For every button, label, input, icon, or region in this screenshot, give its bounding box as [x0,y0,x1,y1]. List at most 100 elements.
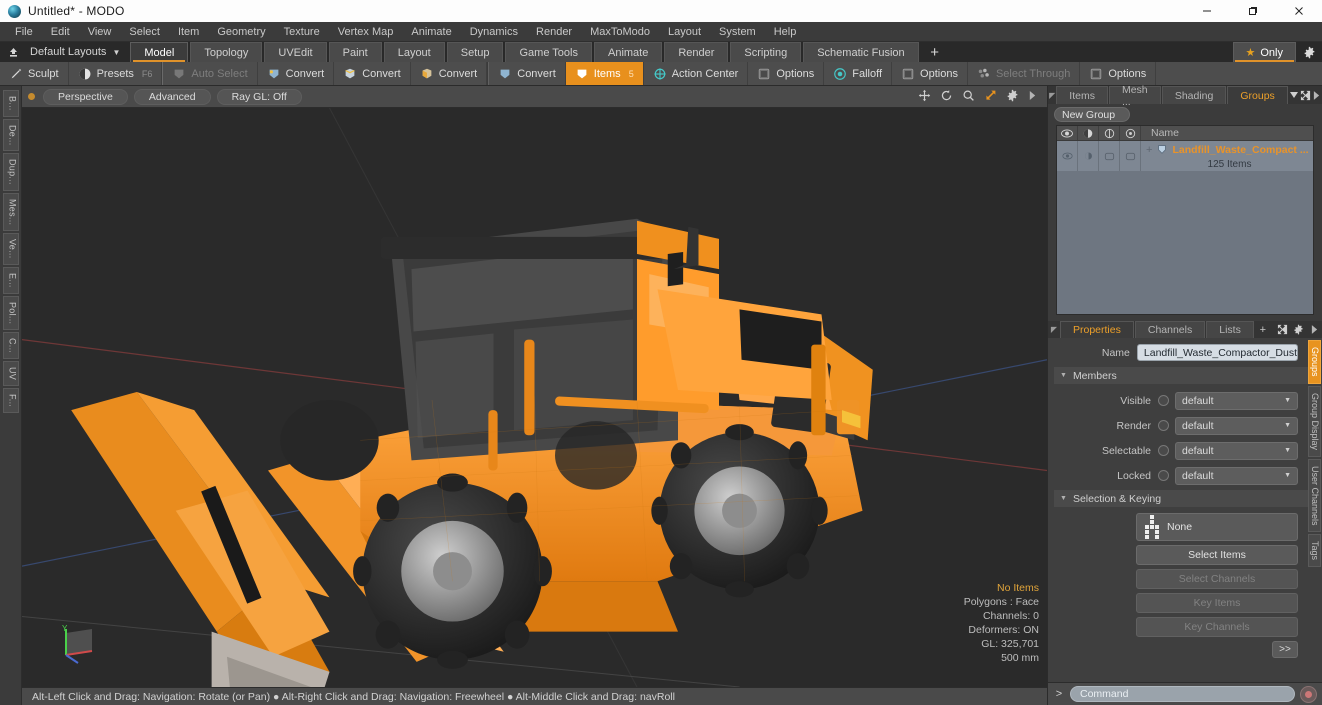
row-eye-toggle[interactable] [1057,141,1078,171]
side-tab-group-display[interactable]: Group Display [1308,385,1321,457]
properties-expand-icon[interactable] [1274,321,1290,338]
move-icon[interactable] [918,89,931,105]
falloff-button[interactable]: Falloff [824,62,893,85]
menu-file[interactable]: File [6,22,42,42]
properties-menu-arrow-icon[interactable]: ◤ [1048,321,1060,338]
menu-item[interactable]: Item [169,22,208,42]
left-tab-edge[interactable]: E... [2,266,19,294]
tab-scripting[interactable]: Scripting [730,42,802,62]
menu-render[interactable]: Render [527,22,581,42]
minimize-button[interactable] [1184,0,1230,22]
row-lock-toggle[interactable] [1120,141,1141,171]
table-row[interactable]: + Landfill_Waste_Compact ... 125 Items [1057,141,1313,171]
menu-geometry[interactable]: Geometry [208,22,274,42]
render-icon[interactable] [1078,126,1099,140]
falloff-options-button[interactable]: Options [892,62,968,85]
tab-setup[interactable]: Setup [446,42,504,62]
select-channels-button[interactable]: Select Channels [1136,569,1298,589]
selectable-radio[interactable] [1158,445,1169,456]
tab-layout[interactable]: Layout [383,42,445,62]
render-dropdown[interactable]: default ▼ [1175,416,1298,435]
auto-select-button[interactable]: Auto Select [163,62,258,85]
left-tab-vertex[interactable]: Ve... [2,233,19,265]
record-icon[interactable] [1300,685,1317,703]
menu-edit[interactable]: Edit [42,22,79,42]
menu-animate[interactable]: Animate [402,22,460,42]
sculpt-button[interactable]: Sculpt [0,62,69,85]
layout-home-icon[interactable] [0,42,26,62]
side-tab-user-channels[interactable]: User Channels [1308,458,1321,533]
fit-icon[interactable] [984,89,997,105]
list-empty-area[interactable] [1057,171,1313,314]
selection-keying-section-header[interactable]: ▼ Selection & Keying [1054,490,1316,507]
default-layouts-dropdown[interactable]: Default Layouts ▼ [26,42,130,62]
members-section-header[interactable]: ▼ Members [1054,367,1316,384]
row-wireframe-toggle[interactable] [1099,141,1120,171]
name-input[interactable]: Landfill_Waste_Compactor_Dust [1136,344,1298,361]
command-input[interactable]: Command [1070,686,1295,702]
left-tab-polygon[interactable]: Pol... [2,295,19,330]
gear-icon[interactable] [1006,89,1019,105]
wireframe-icon[interactable] [1099,126,1120,140]
tab-uvedit[interactable]: UVEdit [264,42,327,62]
items-mode-button[interactable]: Items 5 [565,62,644,85]
select-items-button[interactable]: Select Items [1136,545,1298,565]
panel-menu-arrow-icon[interactable]: ◤ [1048,86,1056,104]
left-tab-duplicate[interactable]: Dup... [2,153,19,192]
tab-mesh[interactable]: Mesh ... [1108,84,1161,108]
tab-shading[interactable]: Shading [1161,86,1227,104]
side-tab-tags[interactable]: Tags [1308,534,1321,568]
selection-set-selector[interactable]: None [1136,513,1298,541]
lock-icon[interactable] [1120,126,1141,140]
expand-plus-icon[interactable]: + [1146,144,1152,156]
3d-viewport[interactable]: No Items Polygons : Face Channels: 0 Def… [22,108,1047,687]
menu-view[interactable]: View [79,22,121,42]
convert-polygon-button[interactable]: Convert [410,62,488,85]
close-button[interactable] [1276,0,1322,22]
menu-dynamics[interactable]: Dynamics [461,22,527,42]
visible-radio[interactable] [1158,395,1169,406]
rotate-icon[interactable] [940,89,953,105]
properties-gear-icon[interactable] [1290,321,1306,338]
expand-more-button[interactable]: >> [1272,641,1298,658]
new-group-button[interactable]: New Group [1054,107,1130,122]
viewport-menu-dot-icon[interactable] [28,93,35,100]
left-tab-fusion[interactable]: F... [2,388,19,414]
convert-material-button[interactable]: Convert [488,62,566,85]
menu-help[interactable]: Help [765,22,806,42]
side-tab-groups[interactable]: Groups [1308,340,1321,384]
viewport-raygl-dropdown[interactable]: Ray GL: Off [216,88,302,105]
play-icon[interactable] [1028,90,1037,104]
key-channels-button[interactable]: Key Channels [1136,617,1298,637]
row-render-toggle[interactable] [1078,141,1099,171]
panel-next-arrow-icon[interactable] [1311,86,1322,104]
key-items-button[interactable]: Key Items [1136,593,1298,613]
locked-dropdown[interactable]: default ▼ [1175,466,1298,485]
menu-vertex-map[interactable]: Vertex Map [329,22,403,42]
left-tab-deform[interactable]: De... [2,118,19,152]
tab-lists[interactable]: Lists [1206,321,1254,338]
tab-properties[interactable]: Properties [1060,321,1134,338]
tab-groups[interactable]: Groups [1227,86,1288,104]
tab-game-tools[interactable]: Game Tools [505,42,592,62]
only-toggle-button[interactable]: ★ Only [1232,42,1296,62]
tab-animate[interactable]: Animate [593,42,663,62]
action-center-button[interactable]: Action Center [643,62,749,85]
tab-paint[interactable]: Paint [328,42,382,62]
menu-maxtomodo[interactable]: MaxToModo [581,22,659,42]
tab-schematic-fusion[interactable]: Schematic Fusion [803,42,919,62]
action-center-options-button[interactable]: Options [748,62,825,85]
eye-icon[interactable] [1057,126,1078,140]
tab-model[interactable]: Model [130,42,189,62]
select-through-options-button[interactable]: Options [1080,62,1157,85]
menu-texture[interactable]: Texture [275,22,329,42]
tab-topology[interactable]: Topology [190,42,263,62]
layout-settings-gear-icon[interactable] [1296,42,1322,62]
render-radio[interactable] [1158,420,1169,431]
tab-render[interactable]: Render [664,42,729,62]
menu-system[interactable]: System [710,22,765,42]
tab-channels[interactable]: Channels [1134,321,1206,338]
panel-expand-icon[interactable] [1300,86,1311,104]
left-tab-mesh-edit[interactable]: Mes... [2,193,19,232]
presets-button[interactable]: Presets F6 [68,62,163,85]
